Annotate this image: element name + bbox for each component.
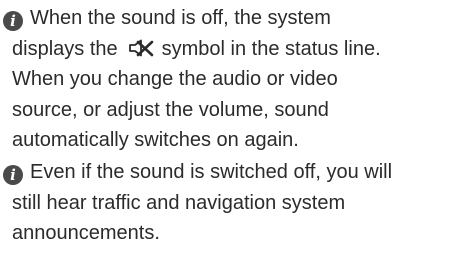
note-2-line-2: still hear traffic and navigation system (12, 191, 346, 214)
speaker-muted-icon (128, 39, 153, 56)
info-icon: i (3, 165, 23, 185)
info-note-announcements: i Even if the sound is switched off, you … (3, 157, 455, 249)
info-note-sound-off: i When the sound is off, the system displ… (3, 3, 455, 156)
note-1-line-1: When the sound is off, the system (30, 7, 331, 29)
note-1-line-4: source, or adjust the volume, sound (12, 98, 329, 121)
info-icon: i (3, 11, 23, 31)
note-1-line-2-before: displays the (12, 37, 118, 60)
note-2-line-1: Even if the sound is switched off, you w… (30, 161, 393, 183)
note-1-line-3: When you change the audio or video (12, 68, 338, 90)
note-1-line-5: automatically switches on again. (12, 129, 299, 151)
note-1-line-2-after: symbol in the status line. (161, 37, 381, 60)
note-2-line-3: announcements. (12, 222, 160, 244)
